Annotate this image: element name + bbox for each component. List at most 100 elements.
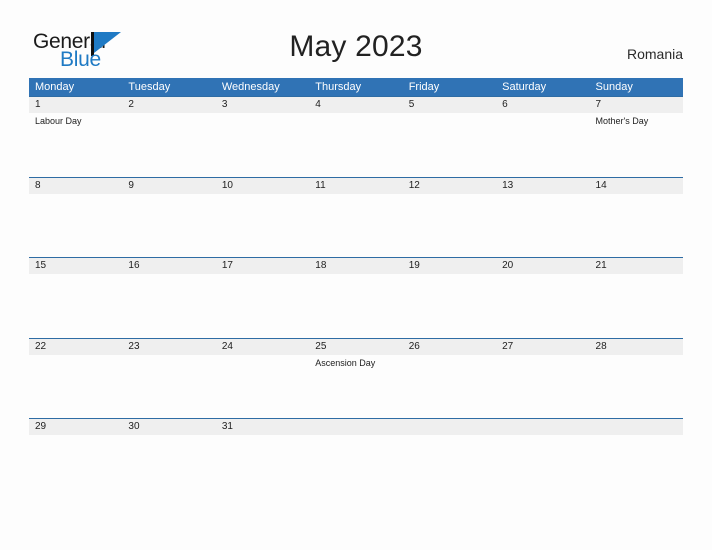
day-number: 27 bbox=[502, 340, 514, 352]
weekday-thursday: Thursday bbox=[315, 81, 362, 93]
day-cell[interactable]: 6 bbox=[496, 97, 589, 177]
week-row: 29 30 31 bbox=[29, 418, 683, 499]
day-cell[interactable]: 3 bbox=[216, 97, 309, 177]
weekday-tuesday: Tuesday bbox=[128, 81, 171, 93]
day-number: 25 bbox=[315, 340, 327, 352]
day-number: 23 bbox=[128, 340, 140, 352]
day-events bbox=[222, 274, 309, 276]
day-number: 11 bbox=[315, 179, 326, 191]
day-number: 31 bbox=[221, 421, 233, 432]
page-title: May 2023 bbox=[289, 30, 423, 63]
day-number: 26 bbox=[408, 340, 420, 352]
day-cell[interactable]: 26 bbox=[403, 339, 496, 419]
day-events bbox=[596, 274, 683, 276]
day-cell[interactable]: 1 Labour Day bbox=[29, 97, 122, 177]
day-number: 22 bbox=[35, 340, 47, 352]
day-cell[interactable]: 25 Ascension Day bbox=[309, 339, 402, 419]
weekday-sunday: Sunday bbox=[595, 81, 633, 93]
day-cell[interactable]: 30 bbox=[122, 419, 215, 499]
day-cell[interactable]: 27 bbox=[496, 339, 589, 419]
day-cell[interactable]: 7 Mother's Day bbox=[590, 97, 683, 177]
day-events bbox=[35, 355, 122, 357]
day-cell-empty bbox=[590, 419, 683, 499]
day-cell[interactable]: 22 bbox=[29, 339, 122, 419]
day-cell[interactable]: 2 bbox=[122, 97, 215, 177]
day-cell[interactable]: 11 bbox=[309, 178, 402, 258]
day-cell[interactable]: 28 bbox=[590, 339, 683, 419]
day-number: 2 bbox=[128, 99, 134, 110]
day-cell[interactable]: 16 bbox=[122, 258, 215, 338]
day-events bbox=[222, 113, 309, 115]
day-events bbox=[409, 274, 496, 276]
day-number: 21 bbox=[595, 260, 607, 271]
day-cell[interactable]: 4 bbox=[309, 97, 402, 177]
day-events: Mother's Day bbox=[596, 113, 683, 127]
day-cell[interactable]: 9 bbox=[122, 178, 215, 258]
calendar-page: General Blue May 2023 Romania Monday Tue… bbox=[0, 0, 712, 550]
day-cell[interactable]: 8 bbox=[29, 178, 122, 258]
day-events bbox=[128, 194, 215, 196]
day-number: 30 bbox=[128, 421, 140, 432]
day-number: 7 bbox=[595, 99, 602, 110]
page-header: General Blue May 2023 Romania bbox=[0, 0, 712, 78]
day-cell[interactable]: 29 bbox=[29, 419, 122, 499]
day-number: 4 bbox=[315, 99, 321, 110]
day-number: 3 bbox=[221, 99, 228, 110]
day-events bbox=[128, 113, 215, 115]
day-events bbox=[315, 113, 402, 115]
country-label: Romania bbox=[626, 46, 683, 62]
day-cell-empty bbox=[403, 419, 496, 499]
weekday-friday: Friday bbox=[408, 81, 440, 93]
day-events: Ascension Day bbox=[315, 355, 402, 369]
day-events bbox=[409, 355, 496, 357]
day-cell[interactable]: 24 bbox=[216, 339, 309, 419]
weekday-header-row: Monday Tuesday Wednesday Thursday Friday… bbox=[29, 78, 683, 96]
day-cell[interactable]: 14 bbox=[590, 178, 683, 258]
day-cell[interactable]: 17 bbox=[216, 258, 309, 338]
day-number: 20 bbox=[502, 260, 514, 271]
week-row: 1 Labour Day 2 3 4 5 6 7 Mother's Day bbox=[29, 96, 683, 177]
day-events bbox=[315, 435, 402, 437]
day-events: Labour Day bbox=[35, 113, 122, 127]
day-number: 24 bbox=[221, 340, 233, 352]
weekday-monday: Monday bbox=[35, 81, 75, 93]
day-events bbox=[35, 435, 122, 437]
week-row: 8 9 10 11 12 13 14 bbox=[29, 176, 683, 258]
day-events bbox=[502, 194, 589, 196]
day-number: 10 bbox=[221, 179, 233, 191]
weekday-saturday: Saturday bbox=[502, 81, 547, 93]
day-cell[interactable]: 18 bbox=[309, 258, 402, 338]
day-number: 1 bbox=[35, 99, 41, 110]
day-cell[interactable]: 21 bbox=[590, 258, 683, 338]
day-cell[interactable]: 20 bbox=[496, 258, 589, 338]
day-cell[interactable]: 15 bbox=[29, 258, 122, 338]
day-number: 5 bbox=[408, 99, 415, 110]
day-cell[interactable]: 31 bbox=[216, 419, 309, 499]
day-events bbox=[409, 435, 496, 437]
day-number: 9 bbox=[128, 179, 134, 191]
day-events bbox=[502, 435, 589, 437]
day-number: 18 bbox=[315, 260, 327, 271]
day-cell-empty bbox=[309, 419, 402, 499]
day-cell[interactable]: 23 bbox=[122, 339, 215, 419]
day-cell[interactable]: 10 bbox=[216, 178, 309, 258]
day-number: 12 bbox=[408, 179, 420, 191]
day-events bbox=[128, 435, 215, 437]
day-events bbox=[502, 355, 589, 357]
day-events bbox=[502, 113, 589, 115]
day-events bbox=[315, 274, 402, 276]
day-number: 6 bbox=[502, 99, 508, 110]
day-number: 15 bbox=[35, 260, 47, 271]
day-number: 17 bbox=[221, 260, 233, 271]
week-row: 15 16 17 18 19 20 21 bbox=[29, 257, 683, 338]
day-cell[interactable]: 19 bbox=[403, 258, 496, 338]
week-row: 22 23 24 25 Ascension Day 26 27 28 bbox=[29, 337, 683, 419]
holiday-label: Ascension Day bbox=[315, 357, 376, 368]
day-cell[interactable]: 12 bbox=[403, 178, 496, 258]
day-events bbox=[596, 435, 683, 437]
day-events bbox=[596, 355, 683, 357]
day-cell[interactable]: 13 bbox=[496, 178, 589, 258]
day-cell[interactable]: 5 bbox=[403, 97, 496, 177]
day-events bbox=[128, 274, 215, 276]
day-events bbox=[222, 355, 309, 357]
